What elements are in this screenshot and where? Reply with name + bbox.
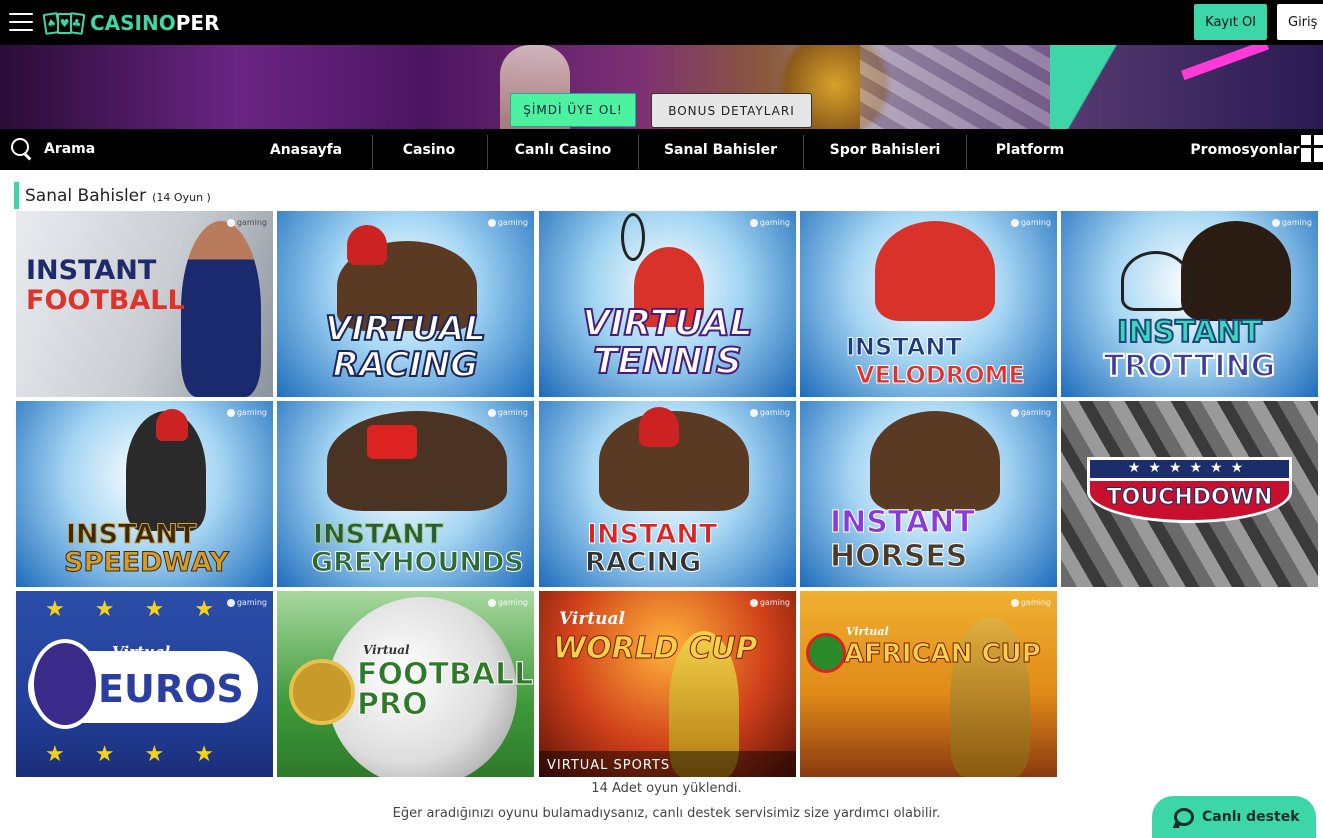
login-button[interactable]: Giriş (1277, 4, 1323, 40)
games-loaded-text: 14 Adet oyun yüklendi. (591, 781, 742, 796)
cards-icon: ♠ ♥ ♣ (42, 10, 86, 36)
signup-now-button[interactable]: ŞİMDİ ÜYE OL! (510, 93, 636, 127)
game-tile-instant-speedway[interactable]: INSTANT SPEEDWAY gaming (16, 401, 273, 587)
nav-item-sports-bets[interactable]: Spor Bahisleri (820, 129, 950, 170)
game-tile-virtual-world-cup[interactable]: Virtual WORLD CUP VIRTUAL SPORTS gaming (539, 591, 796, 777)
search-label: Arama (44, 141, 96, 157)
help-text: Eğer aradığınızı oyunu bulamadıysanız, c… (392, 806, 941, 821)
game-tile-instant-horses[interactable]: INSTANT HORSES gaming (800, 401, 1057, 587)
live-support-button[interactable]: Canlı destek (1152, 796, 1316, 838)
nav-item-promotions[interactable]: Promosyonlar (1186, 129, 1304, 170)
game-tile-virtual-african-cup[interactable]: Virtual AFRICAN CUP gaming (800, 591, 1057, 777)
hamburger-menu-icon[interactable] (9, 13, 33, 31)
bonus-details-button[interactable]: BONUS DETAYLARI (651, 93, 812, 128)
game-tile-virtual-racing[interactable]: VIRTUAL RACING gaming (277, 211, 534, 397)
chat-bubble-icon (1174, 808, 1194, 826)
live-support-label: Canlı destek (1202, 809, 1300, 825)
game-tile-instant-velodrome[interactable]: INSTANT VELODROME gaming (800, 211, 1057, 397)
game-tile-instant-racing[interactable]: INSTANT RACING gaming (539, 401, 796, 587)
game-tile-virtual-euros[interactable]: ★★★★ ★★★★ Virtual EUROS gaming (16, 591, 273, 777)
game-count: (14 Oyun ) (152, 191, 211, 204)
section-title: Sanal Bahisler (25, 185, 147, 206)
search-button[interactable]: Arama (10, 137, 95, 161)
main-nav: Arama Anasayfa Casino Canlı Casino Sanal… (0, 129, 1323, 170)
nav-item-casino[interactable]: Casino (388, 129, 470, 170)
register-button[interactable]: Kayıt Ol (1194, 4, 1267, 40)
site-logo[interactable]: ♠ ♥ ♣ CASINOPER (42, 9, 220, 37)
nav-item-virtual-bets[interactable]: Sanal Bahisler (655, 129, 786, 170)
game-tile-virtual-football-pro[interactable]: Virtual FOOTBALL PRO gaming (277, 591, 534, 777)
logo-text: CASINOPER (90, 11, 220, 35)
game-tile-instant-greyhounds[interactable]: INSTANT GREYHOUNDS gaming (277, 401, 534, 587)
game-tile-virtual-tennis[interactable]: VIRTUAL TENNIS gaming (539, 211, 796, 397)
search-icon (10, 137, 34, 161)
game-tile-instant-football[interactable]: INSTANT FOOTBALL gaming (16, 211, 273, 397)
nav-item-home[interactable]: Anasayfa (258, 129, 354, 170)
game-tile-instant-trotting[interactable]: INSTANT TROTTING gaming (1061, 211, 1318, 397)
promo-banner[interactable]: ŞİMDİ ÜYE OL! BONUS DETAYLARI (0, 45, 1323, 129)
section-header: Sanal Bahisler (14 Oyun ) (14, 182, 211, 209)
nav-item-live-casino[interactable]: Canlı Casino (506, 129, 620, 170)
game-tile-touchdown[interactable]: ★★★★★★ TOUCHDOWN (1061, 401, 1318, 587)
top-bar: ♠ ♥ ♣ CASINOPER Kayıt Ol Giriş (0, 0, 1323, 45)
nav-item-platform[interactable]: Platform (985, 129, 1075, 170)
gift-icon[interactable] (1301, 135, 1323, 162)
